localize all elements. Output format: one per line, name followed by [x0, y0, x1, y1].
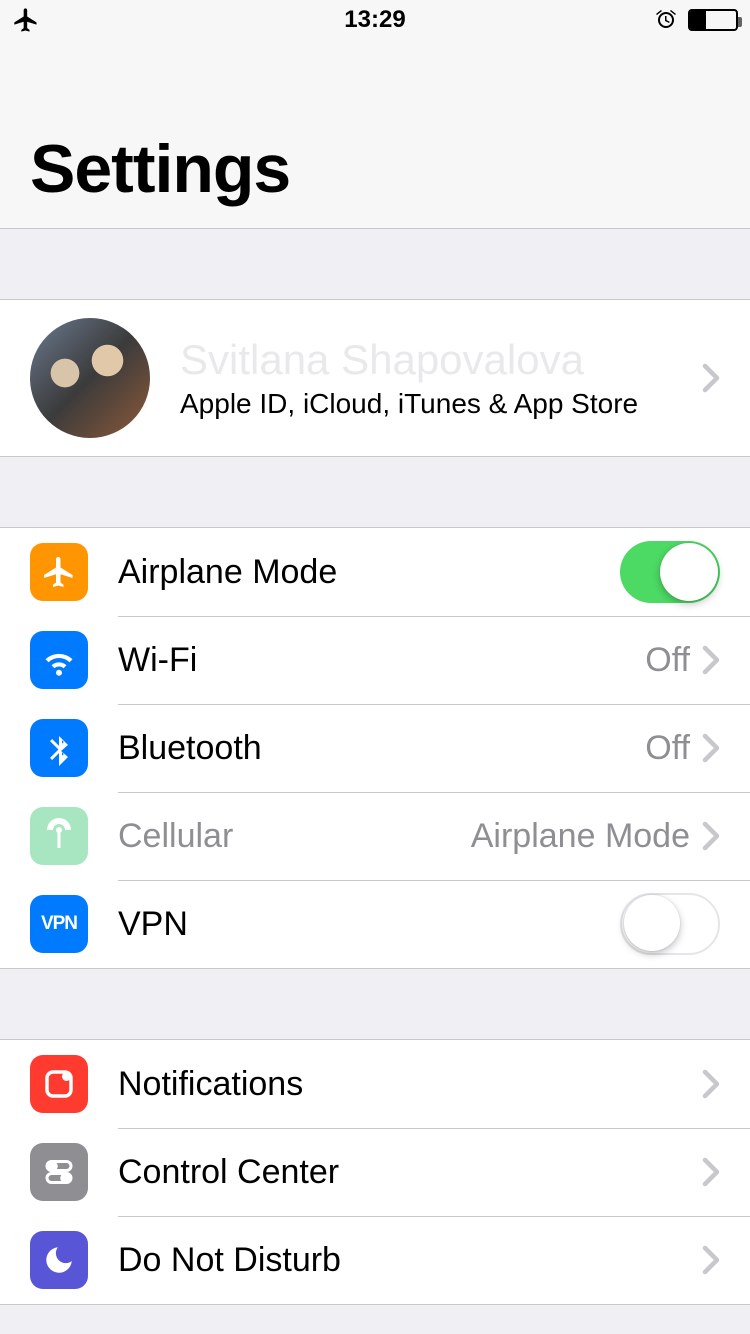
chevron-right-icon: [702, 1069, 720, 1099]
status-bar: 13:29: [0, 0, 750, 40]
vpn-label: VPN: [118, 905, 620, 944]
vpn-icon: VPN: [30, 895, 88, 953]
airplane-mode-toggle[interactable]: [620, 541, 720, 603]
chevron-right-icon: [702, 821, 720, 851]
control-center-row[interactable]: Control Center: [0, 1128, 750, 1216]
chevron-right-icon: [702, 733, 720, 763]
wifi-icon: [30, 631, 88, 689]
wifi-value: Off: [645, 641, 690, 680]
airplane-icon: [30, 543, 88, 601]
connectivity-section: Airplane Mode Wi-Fi Off Bluetooth Off Ce…: [0, 527, 750, 969]
bluetooth-row[interactable]: Bluetooth Off: [0, 704, 750, 792]
alarm-icon: [654, 8, 678, 32]
airplane-status-icon: [12, 6, 40, 34]
system-section: Notifications Control Center Do Not Dist…: [0, 1039, 750, 1305]
chevron-right-icon: [702, 1157, 720, 1187]
header: Settings: [0, 40, 750, 229]
wifi-label: Wi-Fi: [118, 641, 645, 680]
moon-icon: [30, 1231, 88, 1289]
profile-section: Svitlana Shapovalova Apple ID, iCloud, i…: [0, 299, 750, 457]
chevron-right-icon: [702, 1245, 720, 1275]
chevron-right-icon: [702, 363, 720, 393]
control-center-label: Control Center: [118, 1153, 702, 1192]
profile-name: Svitlana Shapovalova: [180, 336, 702, 384]
page-title: Settings: [30, 130, 720, 208]
bluetooth-value: Off: [645, 729, 690, 768]
airplane-mode-row[interactable]: Airplane Mode: [0, 528, 750, 616]
airplane-mode-label: Airplane Mode: [118, 553, 620, 592]
do-not-disturb-row[interactable]: Do Not Disturb: [0, 1216, 750, 1304]
cellular-value: Airplane Mode: [471, 817, 690, 856]
avatar: [30, 318, 150, 438]
control-center-icon: [30, 1143, 88, 1201]
wifi-row[interactable]: Wi-Fi Off: [0, 616, 750, 704]
profile-subtitle: Apple ID, iCloud, iTunes & App Store: [180, 388, 702, 420]
bluetooth-icon: [30, 719, 88, 777]
bluetooth-label: Bluetooth: [118, 729, 645, 768]
vpn-toggle[interactable]: [620, 893, 720, 955]
do-not-disturb-label: Do Not Disturb: [118, 1241, 702, 1280]
cellular-row[interactable]: Cellular Airplane Mode: [0, 792, 750, 880]
chevron-right-icon: [702, 645, 720, 675]
profile-row[interactable]: Svitlana Shapovalova Apple ID, iCloud, i…: [0, 300, 750, 456]
cellular-label: Cellular: [118, 817, 471, 856]
notifications-label: Notifications: [118, 1065, 702, 1104]
notifications-row[interactable]: Notifications: [0, 1040, 750, 1128]
cellular-icon: [30, 807, 88, 865]
vpn-row[interactable]: VPN VPN: [0, 880, 750, 968]
status-time: 13:29: [112, 6, 638, 34]
battery-icon: [688, 9, 738, 31]
notifications-icon: [30, 1055, 88, 1113]
